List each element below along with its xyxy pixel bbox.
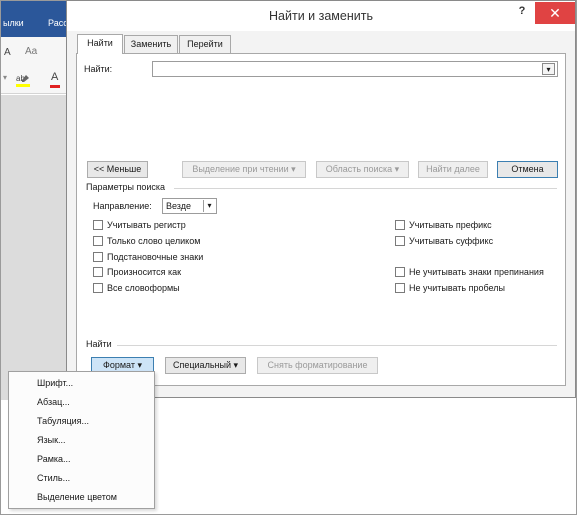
search-options-title: Параметры поиска <box>86 182 166 192</box>
font-color-icon[interactable]: A <box>50 71 60 88</box>
dropdown-arrow-icon[interactable]: ▾ <box>3 73 7 82</box>
reading-highlight-button[interactable]: Выделение при чтении ▾ <box>182 161 306 178</box>
checkbox-box[interactable] <box>93 236 103 246</box>
checkbox-label: Все словоформы <box>107 283 180 293</box>
highlight-icon[interactable]: ab <box>15 73 31 89</box>
tab-panel: Найти: ▾ << Меньше Выделение при чтении … <box>76 53 566 386</box>
find-replace-dialog: Найти и заменить ? ✕ Найти Заменить Пере… <box>66 0 576 398</box>
menu-item-font[interactable]: Шрифт... <box>37 378 73 388</box>
checkbox-label: Учитывать регистр <box>107 220 186 230</box>
tab-goto[interactable]: Перейти <box>179 35 231 53</box>
checkbox-label: Не учитывать пробелы <box>409 283 505 293</box>
checkbox-box[interactable] <box>395 283 405 293</box>
help-button[interactable]: ? <box>515 5 529 21</box>
close-button[interactable]: ✕ <box>535 2 575 24</box>
tab-find[interactable]: Найти <box>77 34 123 54</box>
ribbon-tab-mailings[interactable]: ылки <box>3 18 24 28</box>
find-label: Найти: <box>84 64 113 74</box>
checkbox-box[interactable] <box>93 283 103 293</box>
menu-item-highlight[interactable]: Выделение цветом <box>37 492 117 502</box>
find-section-title: Найти <box>86 339 112 349</box>
direction-label: Направление: <box>93 201 152 211</box>
menu-item-style[interactable]: Стиль... <box>37 473 70 483</box>
checkbox-box[interactable] <box>395 220 405 230</box>
checkbox-box[interactable] <box>395 267 405 277</box>
checkbox-label: Учитывать префикс <box>409 220 492 230</box>
dialog-title: Найти и заменить <box>269 9 373 23</box>
direction-select[interactable]: Везде ▾ <box>162 198 217 214</box>
checkbox-box[interactable] <box>395 236 405 246</box>
checkbox-label: Произносится как <box>107 267 182 277</box>
special-button[interactable]: Специальный ▾ <box>165 357 246 374</box>
checkbox-label: Не учитывать знаки препинания <box>409 267 544 277</box>
checkbox-label: Учитывать суффикс <box>409 236 494 246</box>
format-menu: Шрифт... Абзац... Табуляция... Язык... Р… <box>8 371 155 509</box>
find-input[interactable]: ▾ <box>152 61 558 77</box>
ribbon-tab-review[interactable]: Расс <box>48 18 68 28</box>
less-button[interactable]: << Меньше <box>87 161 148 178</box>
dialog-titlebar: Найти и заменить ? ✕ <box>67 1 575 31</box>
search-area-button[interactable]: Область поиска ▾ <box>316 161 409 178</box>
find-section-divider <box>117 345 557 346</box>
change-case-icon[interactable]: Aa <box>25 46 37 57</box>
direction-dropdown-icon[interactable]: ▾ <box>203 200 215 212</box>
font-color-letter: A <box>51 71 59 83</box>
ribbon-toolbar: A Aa ab A ▾ <box>1 37 73 94</box>
checkbox-label: Только слово целиком <box>107 236 201 246</box>
checkbox-box[interactable] <box>93 267 103 277</box>
tab-replace[interactable]: Заменить <box>124 35 178 53</box>
ribbon-tab-bar: ылки Расс <box>1 1 73 37</box>
checkbox-box[interactable] <box>93 252 103 262</box>
cancel-button[interactable]: Отмена <box>497 161 558 178</box>
menu-item-paragraph[interactable]: Абзац... <box>37 397 70 407</box>
checkbox-box[interactable] <box>93 220 103 230</box>
menu-item-frame[interactable]: Рамка... <box>37 454 71 464</box>
checkbox-label: Подстановочные знаки <box>107 252 204 262</box>
menu-item-tabs[interactable]: Табуляция... <box>37 416 89 426</box>
find-history-dropdown-icon[interactable]: ▾ <box>542 63 555 75</box>
direction-value: Везде <box>166 201 191 211</box>
search-options-divider <box>174 188 557 189</box>
font-size-icon[interactable]: A <box>4 47 11 58</box>
find-next-button[interactable]: Найти далее <box>418 161 488 178</box>
clear-formatting-button[interactable]: Снять форматирование <box>257 357 378 374</box>
font-color-bar <box>50 85 60 88</box>
document-margin <box>1 95 73 400</box>
menu-item-language[interactable]: Язык... <box>37 435 66 445</box>
